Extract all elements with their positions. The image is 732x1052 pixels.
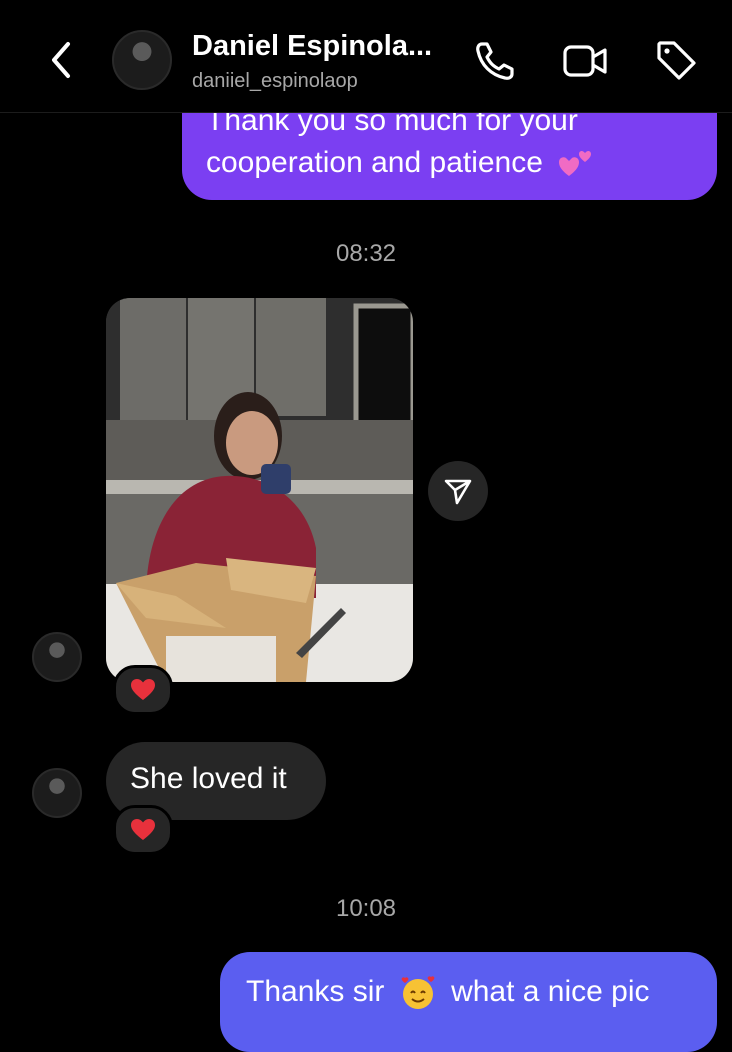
send-icon	[444, 479, 472, 505]
tag-icon[interactable]	[654, 38, 700, 84]
outgoing-message[interactable]: Thanks sir what a nice pic	[220, 952, 717, 1052]
share-button[interactable]	[428, 461, 488, 521]
sender-avatar[interactable]	[32, 632, 82, 682]
shared-photo[interactable]	[106, 298, 413, 682]
contact-username[interactable]: daniiel_espinolaop	[192, 70, 358, 93]
photo-image	[106, 298, 413, 682]
message-text: what a nice pic	[451, 975, 650, 1008]
chevron-left-icon[interactable]	[42, 36, 82, 84]
video-camera-icon[interactable]	[562, 38, 608, 84]
message-reaction[interactable]	[113, 805, 173, 855]
message-timestamp: 10:08	[335, 895, 397, 922]
red-heart-icon	[131, 679, 155, 700]
contact-avatar[interactable]	[112, 30, 172, 90]
message-text: She loved it	[130, 762, 287, 795]
red-heart-icon	[131, 819, 155, 840]
sender-avatar[interactable]	[32, 768, 82, 818]
phone-icon[interactable]	[472, 38, 518, 84]
message-timestamp: 08:32	[335, 240, 397, 267]
contact-name[interactable]: Daniel Espinola...	[192, 30, 432, 63]
smiling-face-with-hearts-icon	[401, 976, 435, 1010]
two-hearts-icon	[559, 151, 592, 177]
chat-header: Daniel Espinola... daniiel_espinolaop	[0, 0, 732, 113]
message-reaction[interactable]	[113, 665, 173, 715]
message-text: Thanks sir	[246, 975, 385, 1008]
message-text: cooperation and patience	[206, 146, 543, 179]
